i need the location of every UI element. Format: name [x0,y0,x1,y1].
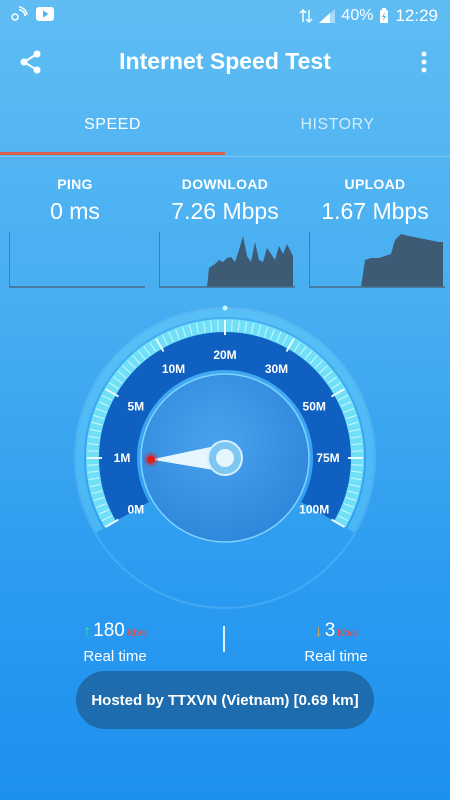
needle-hub-center [216,449,234,467]
upload-graph [309,232,445,288]
gauge-tick [351,450,363,452]
upload-label: UPLOAD [344,176,406,192]
ping-metric: PING 0 ms [0,176,150,225]
app-bar: Internet Speed Test [0,32,450,92]
gauge-tick [217,320,219,332]
gauge-tick [87,464,99,466]
realtime-upload-unit: Kb/s [126,628,147,639]
realtime-download: ↓ 3 Kb/s Real time [266,620,406,665]
notification-icons [10,6,54,22]
active-tab-indicator [0,152,225,155]
needle-tip-dot [147,455,156,464]
gauge-top-marker [222,305,228,311]
gauge-tick-label: 1M [114,451,131,465]
tab-speed[interactable]: SPEED [0,116,225,134]
gauge-tick-label: 5M [127,400,144,414]
tab-bar: SPEED HISTORY [0,100,450,157]
download-label: DOWNLOAD [181,176,269,192]
realtime-download-unit: Kb/s [337,628,358,639]
data-transfer-icon [299,9,313,23]
ping-value: 0 ms [50,198,100,224]
gauge-tick-label: 75M [316,451,339,465]
gauge-tick-label: 20M [213,348,236,362]
gauge-tick-label: 50M [303,400,326,414]
battery-percent: 40% [341,7,374,24]
ping-label: PING [57,176,93,192]
tab-history[interactable]: HISTORY [225,116,450,134]
arrow-down-icon: ↓ [314,623,323,640]
realtime-download-value: 3 [324,620,336,641]
battery-charging-icon [380,8,389,23]
gauge-tick-label: 10M [162,362,185,376]
download-graph [159,232,295,288]
app-title: Internet Speed Test [119,48,331,74]
more-vert-icon[interactable] [420,50,428,74]
gauge-tick-label: 100M [299,503,329,517]
system-icons: 40% 12:29 [299,6,438,26]
upload-metric: UPLOAD 1.67 Mbps [300,176,450,225]
gauge-tick [87,450,99,452]
server-host-text: Hosted by TTXVN (Vietnam) [0.69 km] [91,691,359,709]
server-host-button[interactable]: Hosted by TTXVN (Vietnam) [0.69 km] [76,671,374,729]
gauge-tick [231,320,233,332]
speed-gauge: 0M 1M 5M 10M 20M 30M 50M 75M 100M [0,290,450,610]
realtime-upload-value: 180 [93,620,125,641]
gauge-tick-label: 0M [127,503,144,517]
realtime-download-label: Real time [304,648,368,665]
gauge-tick-label: 30M [265,362,288,376]
download-value: 7.26 Mbps [171,198,279,224]
signal-icon [319,9,336,23]
gauge-tick [351,464,363,466]
realtime-upload: ↑ 180 Kb/s Real time [45,620,185,665]
wifi-sync-icon [11,6,28,21]
youtube-icon [36,7,54,21]
status-bar: 40% 12:29 [0,0,450,32]
realtime-upload-label: Real time [83,648,147,665]
download-metric: DOWNLOAD 7.26 Mbps [150,176,300,225]
ping-graph [9,232,145,288]
realtime-divider [223,626,225,652]
arrow-up-icon: ↑ [83,623,92,640]
clock: 12:29 [395,6,438,25]
upload-value: 1.67 Mbps [321,198,429,224]
